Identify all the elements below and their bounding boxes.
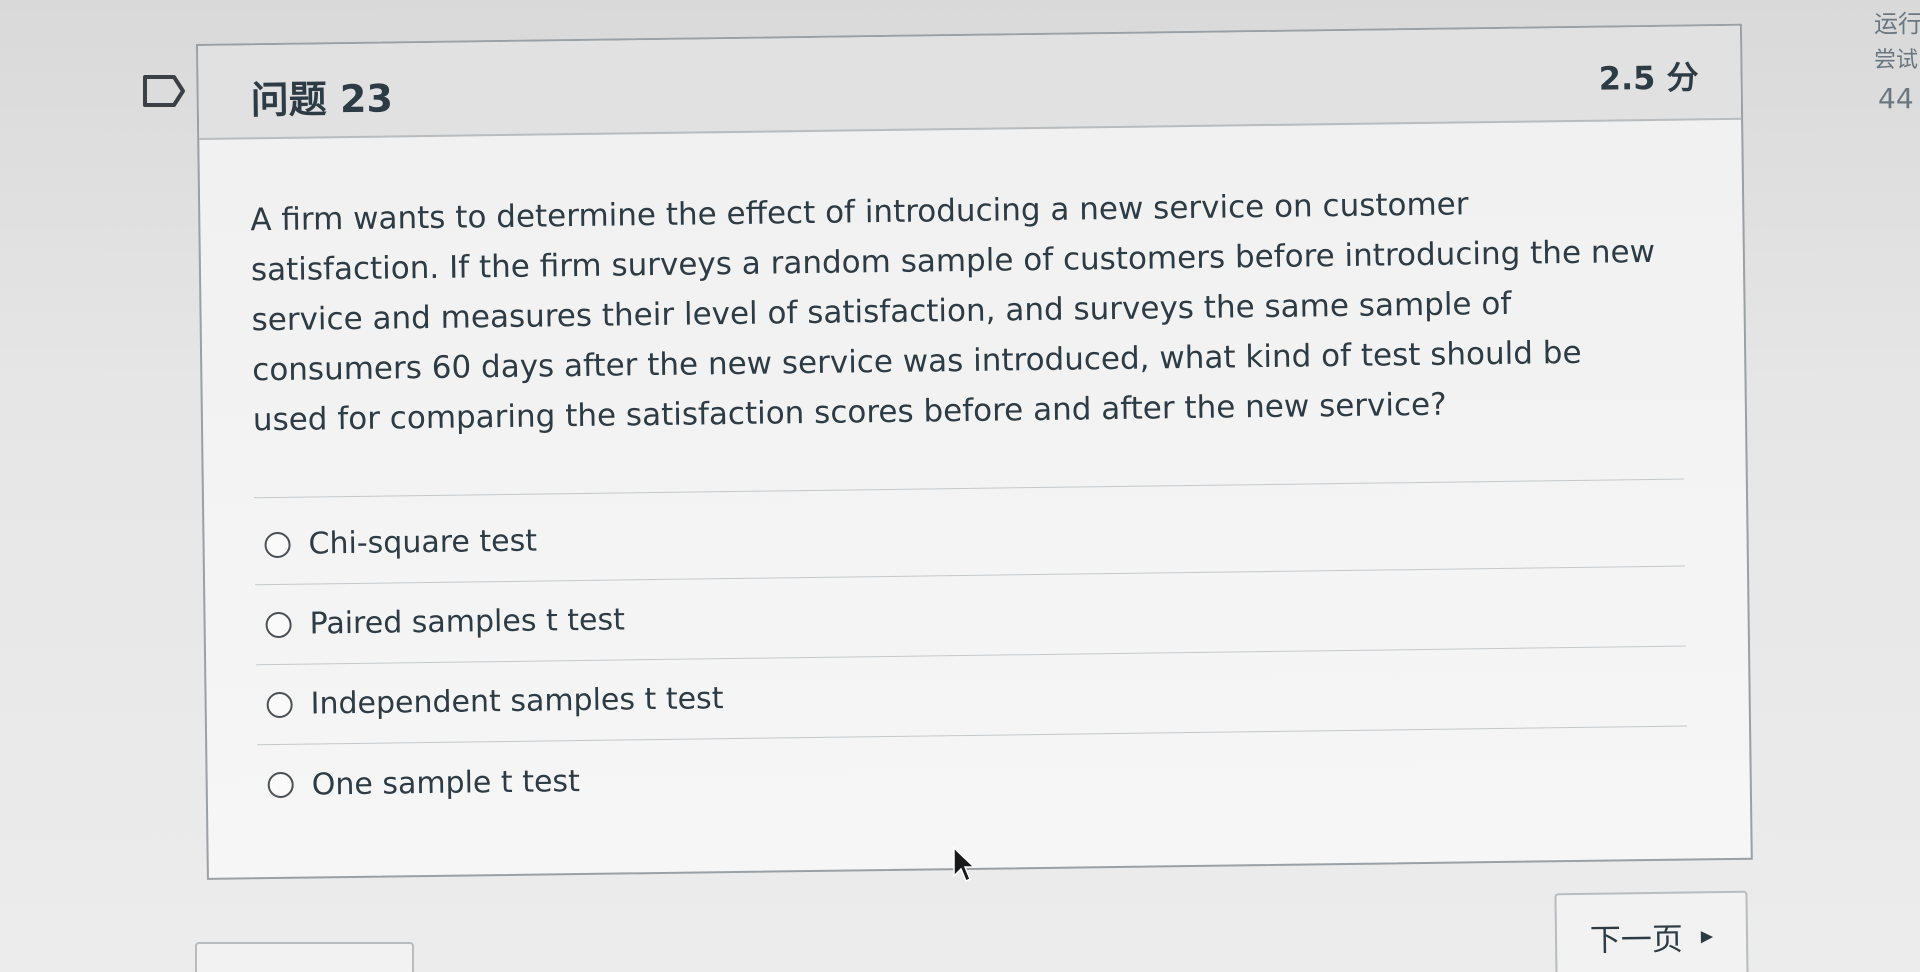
answer-label: Paired samples t test: [309, 602, 626, 642]
question-title: 问题 23: [250, 76, 394, 123]
radio-empty-icon[interactable]: [267, 771, 294, 799]
radio-empty-icon[interactable]: [266, 691, 293, 718]
next-page-label: 下一页: [1589, 921, 1684, 959]
question-text: A firm wants to determine the effect of …: [250, 186, 1656, 439]
answer-label: Independent samples t test: [310, 681, 724, 722]
side-panel-line: 运行: [1874, 10, 1920, 38]
answer-label: One sample t test: [311, 763, 581, 803]
answer-list: Chi-square test Paired samples t test In…: [254, 486, 1688, 826]
side-panel-line: 尝试: [1874, 48, 1919, 73]
question-card: 问题 23 2.5 分 A firm wants to determine th…: [196, 23, 1753, 880]
flag-icon[interactable]: [142, 74, 186, 108]
question-points: 2.5 分: [1598, 58, 1699, 98]
previous-page-button[interactable]: [195, 942, 414, 972]
mouse-pointer-icon: [952, 846, 976, 884]
side-panel-count: 44: [1878, 82, 1914, 115]
triangle-right-icon: ▶: [1700, 925, 1714, 945]
next-page-button[interactable]: 下一页 ▶: [1554, 890, 1749, 972]
radio-empty-icon[interactable]: [264, 531, 291, 558]
answer-label: Chi-square test: [308, 523, 538, 562]
radio-empty-icon[interactable]: [265, 611, 292, 638]
question-header: 问题 23 2.5 分: [198, 25, 1742, 140]
